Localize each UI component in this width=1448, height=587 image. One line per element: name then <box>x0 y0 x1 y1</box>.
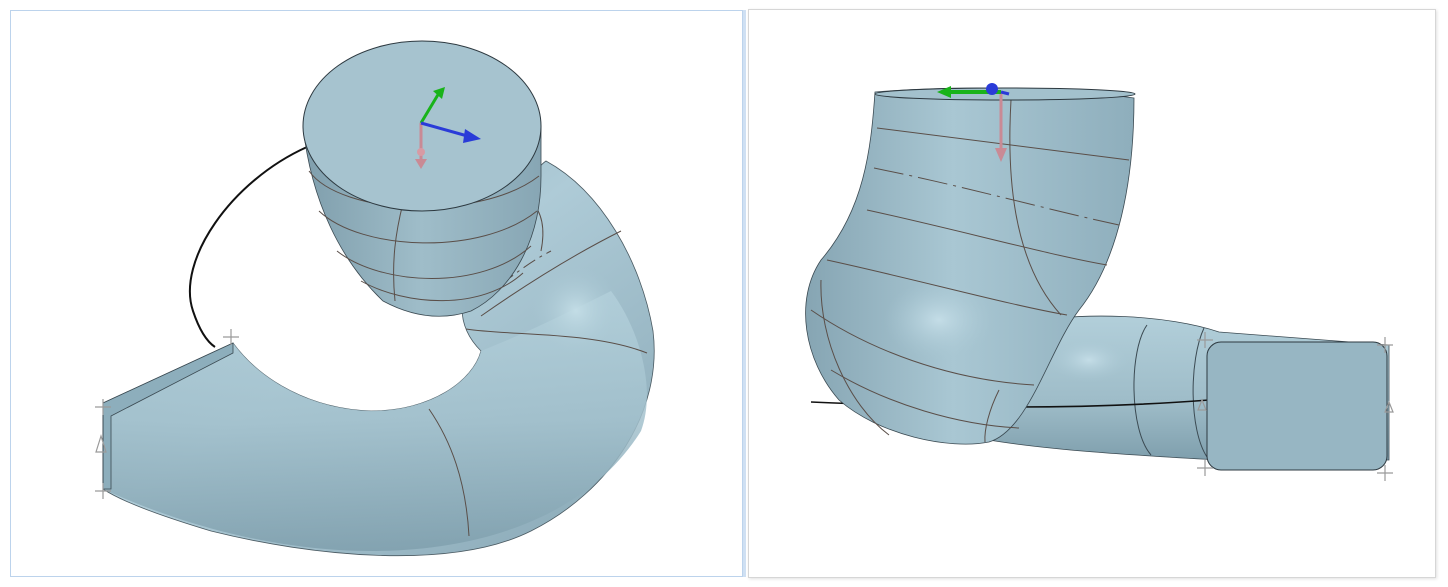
rect-end-cap[interactable] <box>1206 341 1388 471</box>
guide-curve[interactable] <box>188 146 308 348</box>
triad-y-arrow <box>986 83 998 95</box>
left-cad-viewport[interactable] <box>10 10 743 577</box>
elbow-highlight <box>884 280 994 360</box>
left-model-canvas <box>95 40 655 557</box>
pipe-highlight <box>1049 338 1129 382</box>
right-cad-viewport[interactable] <box>748 9 1436 578</box>
screenshot-stage <box>0 0 1448 587</box>
viewport-divider[interactable] <box>743 10 746 577</box>
right-model-canvas <box>805 83 1394 481</box>
